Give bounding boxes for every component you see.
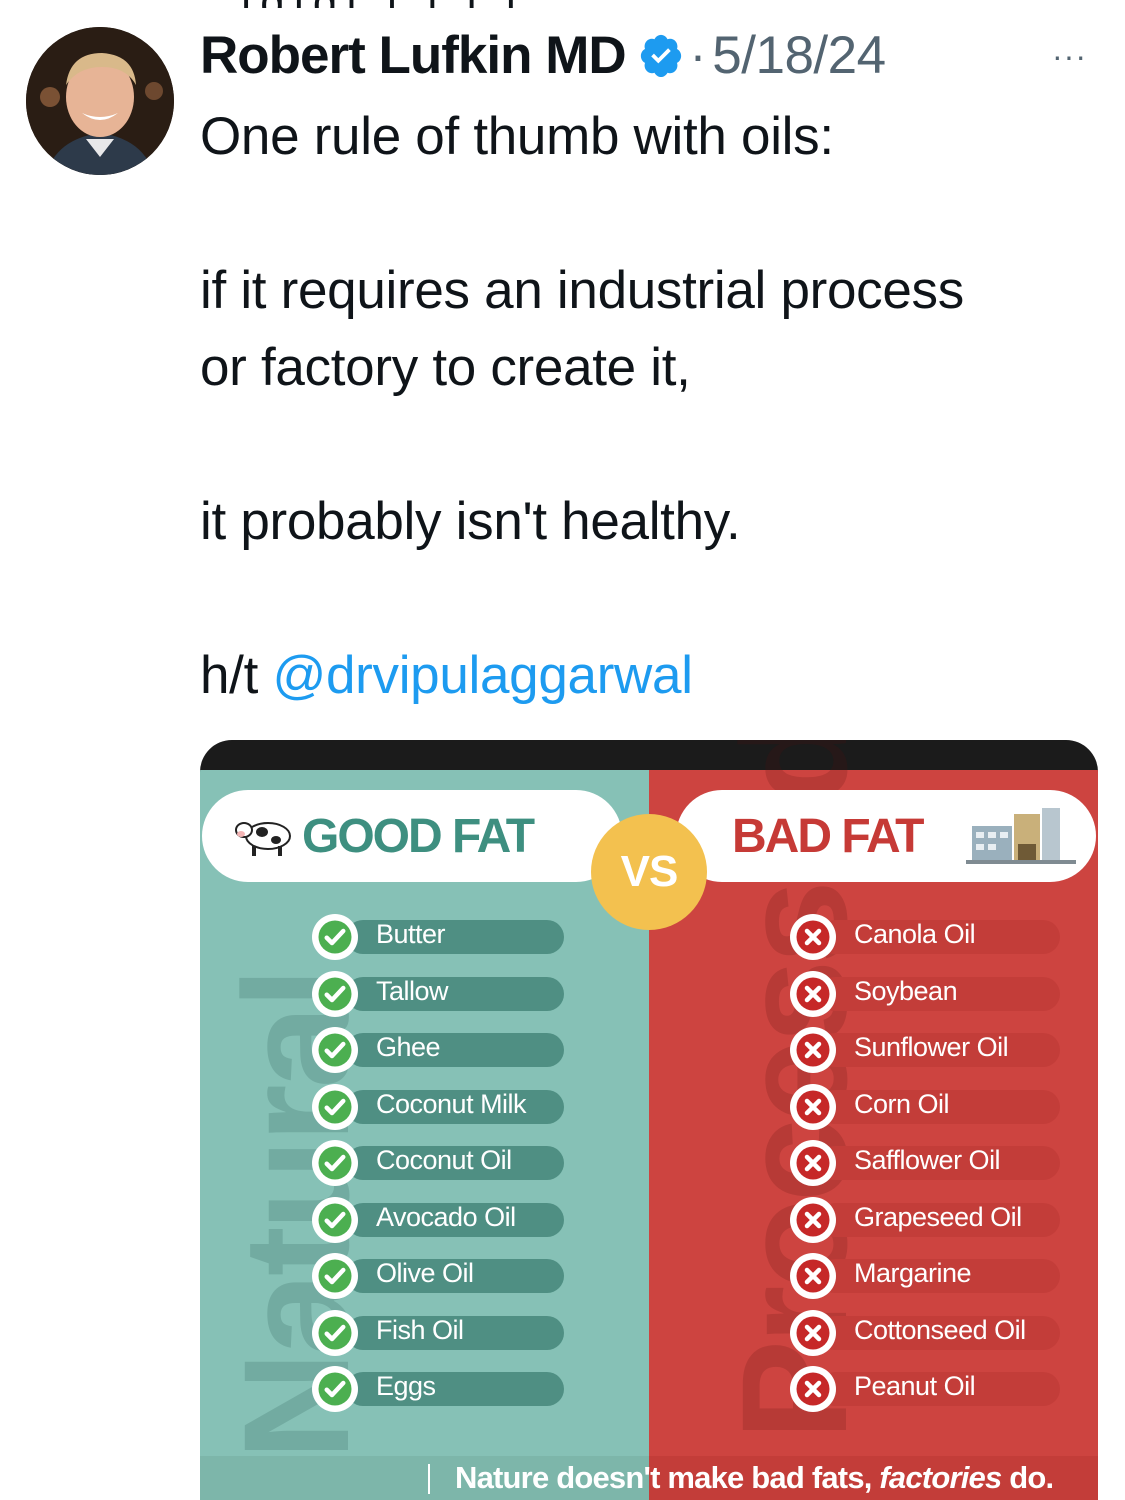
x-circle-icon: [790, 914, 836, 960]
mention-link[interactable]: @drvipulaggarwal: [272, 646, 693, 705]
verified-badge-icon: [638, 32, 684, 78]
good-fat-label: Tallow: [376, 975, 449, 1006]
good-fat-label: Fish Oil: [376, 1314, 464, 1345]
tweet-body: One rule of thumb with oils: if it requi…: [200, 98, 1100, 714]
ht-prefix: h/t: [200, 646, 259, 705]
x-circle-icon: [790, 1083, 836, 1130]
check-circle-icon: [312, 1366, 358, 1412]
infographic-image[interactable]: Natural Processed GOOD FAT BAD FAT VS Bu…: [200, 740, 1098, 1500]
footer-divider: [428, 1464, 430, 1494]
footer-emphasis: factories: [879, 1460, 1002, 1495]
good-fat-label: Coconut Milk: [376, 1088, 527, 1119]
tweet-header: Robert Lufkin MD · 5/18/24: [200, 20, 886, 90]
x-circle-icon: [790, 970, 836, 1017]
factory-icon: [966, 808, 1076, 864]
tweet-line-ht: h/t @drvipulaggarwal: [200, 637, 1100, 714]
check-circle-icon: [312, 970, 358, 1017]
tweet-line: One rule of thumb with oils:: [200, 107, 834, 166]
good-fat-label: Butter: [376, 919, 446, 949]
good-fat-title: GOOD FAT: [302, 809, 535, 863]
x-circle-icon: [790, 1027, 836, 1073]
good-fat-label: Ghee: [376, 1032, 441, 1062]
bad-fat-title: BAD FAT: [732, 809, 924, 863]
bad-fat-label: Peanut Oil: [854, 1371, 976, 1401]
avatar[interactable]: [26, 27, 174, 175]
bad-fat-label: Cottonseed Oil: [854, 1314, 1026, 1345]
bad-fat-header: BAD FAT: [676, 790, 1096, 882]
x-circle-icon: [790, 1366, 836, 1412]
tweet-line: or factory to create it,: [200, 338, 691, 397]
x-circle-icon: [790, 1140, 836, 1186]
check-circle-icon: [312, 1309, 358, 1356]
check-circle-icon: [312, 1027, 358, 1073]
check-circle-icon: [312, 1140, 358, 1186]
vs-badge: VS: [591, 814, 707, 930]
avatar-image: [26, 27, 174, 175]
tweet-date[interactable]: 5/18/24: [712, 25, 886, 86]
check-circle-icon: [312, 1196, 358, 1243]
tweet-line: if it requires an industrial process: [200, 261, 964, 320]
tweet-line: it probably isn't healthy.: [200, 492, 741, 551]
good-fat-label: Eggs: [376, 1371, 436, 1401]
check-circle-icon: [312, 1253, 358, 1299]
more-options-icon[interactable]: ···: [1052, 38, 1087, 75]
good-fat-label: Coconut Oil: [376, 1145, 512, 1175]
bad-fat-label: Corn Oil: [854, 1088, 950, 1119]
check-circle-icon: [312, 1083, 358, 1130]
previous-tweet-cutoff: ıgıgı ı ı j ı: [0, 0, 1125, 8]
footer-end: do.: [1009, 1460, 1054, 1495]
good-fat-header: GOOD FAT: [202, 790, 622, 882]
bad-fat-label: Grapeseed Oil: [854, 1201, 1022, 1232]
footer-plain: Nature doesn't make bad fats,: [455, 1460, 872, 1495]
good-fat-label: Olive Oil: [376, 1258, 474, 1288]
separator: ·: [689, 27, 707, 83]
bad-fat-label: Margarine: [854, 1258, 972, 1288]
author-name[interactable]: Robert Lufkin MD: [200, 25, 627, 86]
x-circle-icon: [790, 1253, 836, 1299]
cow-icon: [235, 822, 291, 856]
x-circle-icon: [790, 1309, 836, 1356]
check-circle-icon: [312, 914, 358, 960]
infographic-canvas: Natural Processed GOOD FAT BAD FAT VS Bu…: [200, 740, 1098, 1500]
x-circle-icon: [790, 1196, 836, 1243]
bad-fat-label: Safflower Oil: [854, 1145, 1001, 1175]
footer-text: Nature doesn't make bad fats, factories …: [455, 1460, 1054, 1496]
infographic-footer: Nature doesn't make bad fats, factories …: [200, 1456, 1098, 1500]
good-fat-label: Avocado Oil: [376, 1201, 516, 1232]
bad-fat-label: Sunflower Oil: [854, 1032, 1009, 1062]
bad-fat-label: Canola Oil: [854, 919, 976, 949]
bad-fat-label: Soybean: [854, 975, 958, 1006]
